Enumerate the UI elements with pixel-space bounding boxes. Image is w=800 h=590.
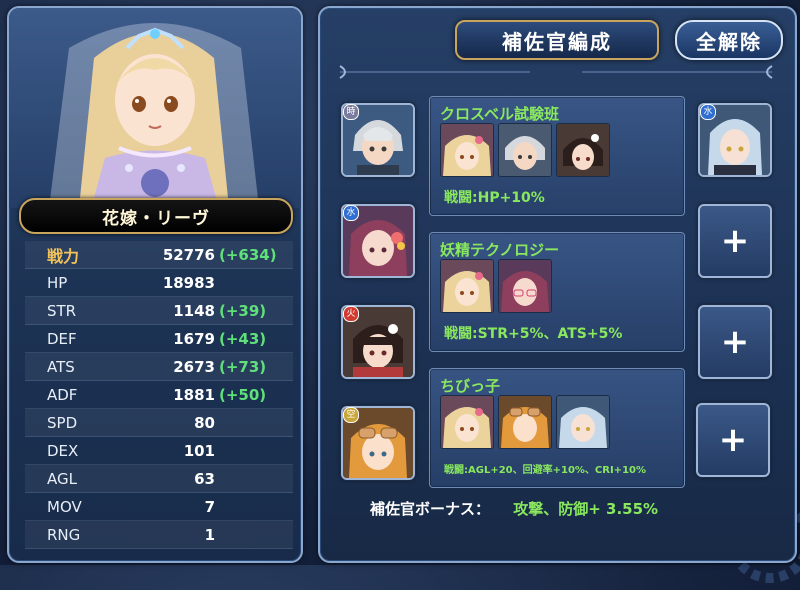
stat-row-def: DEF 1679 (+43) [25, 325, 293, 353]
stat-row-str: STR 1148 (+39) [25, 297, 293, 325]
group-title: クロスベル試験班 [440, 105, 559, 123]
group-bonus: 戦闘:HP+10% [444, 190, 545, 206]
stat-label: RNG [47, 526, 81, 544]
stat-row-agl: AGL 63 [25, 465, 293, 493]
member-avatar [440, 259, 494, 313]
synergy-group-2: 妖精テクノロジー 戦闘:STR+5%、ATS+5% [429, 232, 685, 352]
group-title: ちびっ子 [440, 377, 501, 395]
plus-icon: + [718, 420, 748, 460]
stat-bonus: (+39) [219, 302, 267, 320]
clear-all-button[interactable]: 全解除 [675, 20, 783, 60]
clear-all-label: 全解除 [696, 29, 762, 54]
element-badge-fire-icon: 火 [343, 306, 359, 322]
member-avatar [440, 395, 494, 449]
stat-label: HP [47, 274, 68, 292]
stat-row-hp: HP 18983 [25, 269, 293, 297]
page-title: 補佐官編成 [455, 20, 659, 60]
stat-label: DEF [47, 330, 77, 348]
element-badge-time-icon: 時 [343, 104, 359, 120]
synergy-group-1: クロスベル試験班 戦闘:HP+10% [429, 96, 685, 216]
stat-label: SPD [47, 414, 78, 432]
stat-bonus: (+634) [219, 246, 277, 264]
element-badge-water-icon: 水 [700, 104, 716, 120]
stat-label: AGL [47, 470, 77, 488]
member-avatar [498, 123, 552, 177]
character-portrait [9, 8, 301, 208]
stats-table: 戦力 52776 (+634) HP 18983 STR 1148 (+39) … [25, 241, 293, 549]
member-avatar [440, 123, 494, 177]
element-badge-water-icon: 水 [343, 205, 359, 221]
page-title-text: 補佐官編成 [502, 29, 612, 54]
stat-value: 52776 [162, 246, 215, 264]
group-title: 妖精テクノロジー [440, 241, 560, 259]
character-panel: 花嫁・リーヴ 戦力 52776 (+634) HP 18983 STR 1148… [7, 6, 303, 563]
synergy-group-3: ちびっ子 戦闘:AGL+20、回避率+10%、CRI+10% [429, 368, 685, 488]
stat-bonus: (+43) [219, 330, 267, 348]
stat-row-dex: DEX 101 [25, 437, 293, 465]
stat-bonus: (+50) [219, 386, 267, 404]
ornament-divider [339, 65, 773, 79]
stat-value: 63 [194, 470, 215, 488]
member-avatar [498, 259, 552, 313]
stat-value: 18983 [162, 274, 215, 292]
stat-label: STR [47, 302, 77, 320]
stat-value: 101 [183, 442, 215, 460]
stat-row-mov: MOV 7 [25, 493, 293, 521]
stat-value: 2673 [173, 358, 215, 376]
support-bonus-value: 攻撃、防御+ 3.55% [513, 500, 659, 518]
stat-value: 1679 [173, 330, 215, 348]
stat-value: 80 [194, 414, 215, 432]
add-support-button-3[interactable]: + [696, 403, 770, 477]
stat-label: DEX [47, 442, 79, 460]
stat-row-adf: ADF 1881 (+50) [25, 381, 293, 409]
add-support-button-2[interactable]: + [698, 305, 772, 379]
add-support-button-1[interactable]: + [698, 204, 772, 278]
support-bonus-summary: 補佐官ボーナス： 攻撃、防御+ 3.55% [370, 498, 658, 519]
plus-icon: + [720, 221, 750, 261]
plus-icon: + [720, 322, 750, 362]
group-bonus: 戦闘:AGL+20、回避率+10%、CRI+10% [444, 465, 647, 476]
member-avatar [556, 395, 610, 449]
support-bonus-label: 補佐官ボーナス： [370, 500, 491, 518]
stat-value: 1148 [173, 302, 215, 320]
stat-row-power: 戦力 52776 (+634) [25, 241, 293, 269]
stat-label: 戦力 [47, 247, 80, 266]
stat-label: MOV [47, 498, 82, 516]
stat-row-rng: RNG 1 [25, 521, 293, 549]
stat-row-spd: SPD 80 [25, 409, 293, 437]
stat-value: 7 [204, 498, 215, 516]
element-badge-space-icon: 空 [343, 407, 359, 423]
character-name: 花嫁・リーヴ [102, 208, 210, 229]
member-avatar [556, 123, 610, 177]
stat-value: 1881 [173, 386, 215, 404]
stat-label: ATS [47, 358, 75, 376]
stat-bonus: (+73) [219, 358, 267, 376]
stat-label: ADF [47, 386, 78, 404]
member-avatar [498, 395, 552, 449]
group-bonus: 戦闘:STR+5%、ATS+5% [444, 326, 623, 342]
stat-value: 1 [204, 526, 215, 544]
character-name-plate: 花嫁・リーヴ [19, 198, 293, 234]
stat-row-ats: ATS 2673 (+73) [25, 353, 293, 381]
